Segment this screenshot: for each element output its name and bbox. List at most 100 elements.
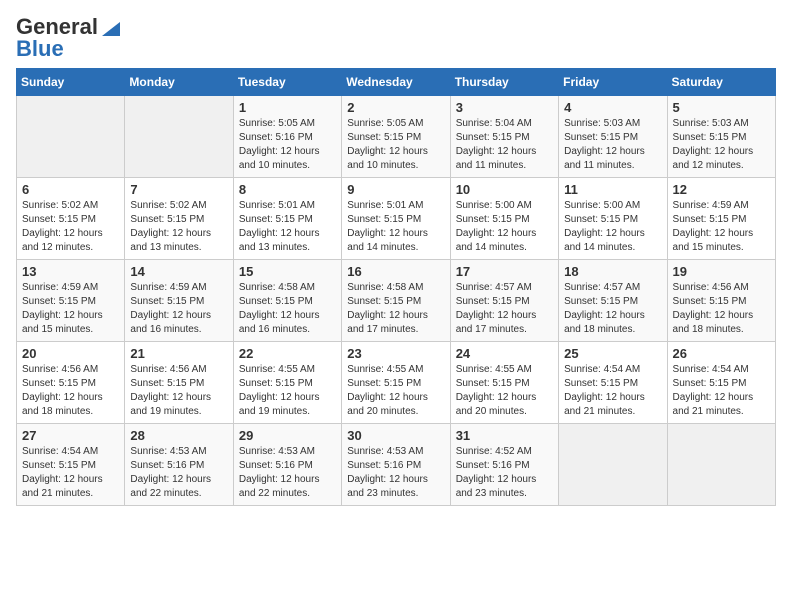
calendar-cell [667,424,775,506]
calendar-cell: 26 Sunrise: 4:54 AMSunset: 5:15 PMDayligh… [667,342,775,424]
day-number: 7 [130,182,227,197]
day-info: Sunrise: 4:57 AMSunset: 5:15 PMDaylight:… [564,281,661,337]
calendar-cell: 24Sunrise: 4:55 AMSunset: 5:15 PMDayligh… [450,342,558,424]
day-info: Sunrise: 4:53 AMSunset: 5:16 PMDaylight:… [239,445,336,501]
calendar-cell: 15Sunrise: 4:58 AMSunset: 5:15 PMDayligh… [233,260,341,342]
page-header: General Blue [16,16,776,60]
logo-blue-text: Blue [16,36,64,61]
day-info: Sunrise: 4:58 AMSunset: 5:15 PMDaylight:… [347,281,444,337]
calendar-cell: 3Sunrise: 5:04 AMSunset: 5:15 PMDaylight… [450,96,558,178]
day-info: Sunrise: 4:58 AMSunset: 5:15 PMDaylight:… [239,281,336,337]
day-number: 25 [564,346,661,361]
day-number: 21 [130,346,227,361]
day-number: 8 [239,182,336,197]
day-info: Sunrise: 4:59 AMSunset: 5:15 PMDaylight:… [130,281,227,337]
calendar-cell: 19Sunrise: 4:56 AMSunset: 5:15 PMDayligh… [667,260,775,342]
calendar-cell: 10 Sunrise: 5:00 AMSunset: 5:15 PMDayligh… [450,178,558,260]
day-info: Sunrise: 4:57 AMSunset: 5:15 PMDaylight:… [456,281,553,337]
day-info: Sunrise: 4:55 AMSunset: 5:15 PMDaylight:… [347,363,444,419]
calendar-cell: 31 Sunrise: 4:52 AMSunset: 5:16 PMDayligh… [450,424,558,506]
day-info: Sunrise: 5:00 AMSunset: 5:15 PMDaylight:… [564,199,661,255]
calendar-cell: 7 Sunrise: 5:02 AMSunset: 5:15 PMDaylight… [125,178,233,260]
weekday-header-sunday: Sunday [17,69,125,96]
day-number: 10 [456,182,553,197]
day-info: Sunrise: 4:52 AMSunset: 5:16 PMDaylight:… [456,445,553,501]
day-info: Sunrise: 4:54 AMSunset: 5:15 PMDaylight:… [673,363,770,419]
calendar-week-row: 27 Sunrise: 4:54 AMSunset: 5:15 PMDayligh… [17,424,776,506]
weekday-header-tuesday: Tuesday [233,69,341,96]
day-number: 22 [239,346,336,361]
day-number: 4 [564,100,661,115]
calendar-week-row: 1Sunrise: 5:05 AMSunset: 5:16 PMDaylight… [17,96,776,178]
day-number: 12 [673,182,770,197]
day-number: 27 [22,428,119,443]
day-info: Sunrise: 5:03 AMSunset: 5:15 PMDaylight:… [673,117,770,173]
calendar-cell: 16 Sunrise: 4:58 AMSunset: 5:15 PMDayligh… [342,260,450,342]
day-info: Sunrise: 5:01 AMSunset: 5:15 PMDaylight:… [239,199,336,255]
calendar-cell: 17 Sunrise: 4:57 AMSunset: 5:15 PMDayligh… [450,260,558,342]
weekday-header-row: SundayMondayTuesdayWednesdayThursdayFrid… [17,69,776,96]
weekday-header-friday: Friday [559,69,667,96]
day-number: 9 [347,182,444,197]
day-number: 31 [456,428,553,443]
calendar-week-row: 6 Sunrise: 5:02 AMSunset: 5:15 PMDaylight… [17,178,776,260]
day-number: 17 [456,264,553,279]
day-info: Sunrise: 5:01 AMSunset: 5:15 PMDaylight:… [347,199,444,255]
day-number: 23 [347,346,444,361]
calendar-cell: 25 Sunrise: 4:54 AMSunset: 5:15 PMDayligh… [559,342,667,424]
day-number: 1 [239,100,336,115]
day-info: Sunrise: 5:00 AMSunset: 5:15 PMDaylight:… [456,199,553,255]
calendar-cell: 5 Sunrise: 5:03 AMSunset: 5:15 PMDaylight… [667,96,775,178]
calendar-cell: 22 Sunrise: 4:55 AMSunset: 5:15 PMDayligh… [233,342,341,424]
day-number: 16 [347,264,444,279]
day-number: 26 [673,346,770,361]
day-number: 6 [22,182,119,197]
logo: General Blue [16,16,120,60]
day-number: 18 [564,264,661,279]
day-info: Sunrise: 5:05 AMSunset: 5:15 PMDaylight:… [347,117,444,173]
calendar-cell: 9 Sunrise: 5:01 AMSunset: 5:15 PMDaylight… [342,178,450,260]
calendar-cell: 4 Sunrise: 5:03 AMSunset: 5:15 PMDaylight… [559,96,667,178]
calendar-week-row: 13 Sunrise: 4:59 AMSunset: 5:15 PMDayligh… [17,260,776,342]
day-info: Sunrise: 4:53 AMSunset: 5:16 PMDaylight:… [130,445,227,501]
day-info: Sunrise: 4:59 AMSunset: 5:15 PMDaylight:… [22,281,119,337]
calendar-cell [17,96,125,178]
day-info: Sunrise: 4:54 AMSunset: 5:15 PMDaylight:… [564,363,661,419]
day-info: Sunrise: 4:53 AMSunset: 5:16 PMDaylight:… [347,445,444,501]
day-info: Sunrise: 4:55 AMSunset: 5:15 PMDaylight:… [239,363,336,419]
calendar-cell: 20 Sunrise: 4:56 AMSunset: 5:15 PMDayligh… [17,342,125,424]
day-number: 24 [456,346,553,361]
calendar-cell: 29 Sunrise: 4:53 AMSunset: 5:16 PMDayligh… [233,424,341,506]
day-info: Sunrise: 5:02 AMSunset: 5:15 PMDaylight:… [130,199,227,255]
calendar-cell: 14 Sunrise: 4:59 AMSunset: 5:15 PMDayligh… [125,260,233,342]
day-number: 3 [456,100,553,115]
calendar-week-row: 20 Sunrise: 4:56 AMSunset: 5:15 PMDayligh… [17,342,776,424]
day-info: Sunrise: 4:59 AMSunset: 5:15 PMDaylight:… [673,199,770,255]
weekday-header-thursday: Thursday [450,69,558,96]
day-info: Sunrise: 5:03 AMSunset: 5:15 PMDaylight:… [564,117,661,173]
calendar-cell: 23 Sunrise: 4:55 AMSunset: 5:15 PMDayligh… [342,342,450,424]
day-number: 2 [347,100,444,115]
day-info: Sunrise: 4:56 AMSunset: 5:15 PMDaylight:… [130,363,227,419]
calendar-cell: 28Sunrise: 4:53 AMSunset: 5:16 PMDayligh… [125,424,233,506]
day-number: 20 [22,346,119,361]
weekday-header-saturday: Saturday [667,69,775,96]
calendar-cell: 12 Sunrise: 4:59 AMSunset: 5:15 PMDayligh… [667,178,775,260]
calendar-cell: 1Sunrise: 5:05 AMSunset: 5:16 PMDaylight… [233,96,341,178]
day-number: 13 [22,264,119,279]
weekday-header-wednesday: Wednesday [342,69,450,96]
day-number: 5 [673,100,770,115]
day-number: 11 [564,182,661,197]
day-info: Sunrise: 4:56 AMSunset: 5:15 PMDaylight:… [22,363,119,419]
calendar-cell: 8 Sunrise: 5:01 AMSunset: 5:15 PMDaylight… [233,178,341,260]
weekday-header-monday: Monday [125,69,233,96]
calendar-cell: 6 Sunrise: 5:02 AMSunset: 5:15 PMDaylight… [17,178,125,260]
day-number: 30 [347,428,444,443]
calendar-cell [125,96,233,178]
day-number: 19 [673,264,770,279]
day-info: Sunrise: 5:02 AMSunset: 5:15 PMDaylight:… [22,199,119,255]
day-number: 14 [130,264,227,279]
day-info: Sunrise: 4:54 AMSunset: 5:15 PMDaylight:… [22,445,119,501]
day-number: 29 [239,428,336,443]
logo-icon [102,22,120,36]
